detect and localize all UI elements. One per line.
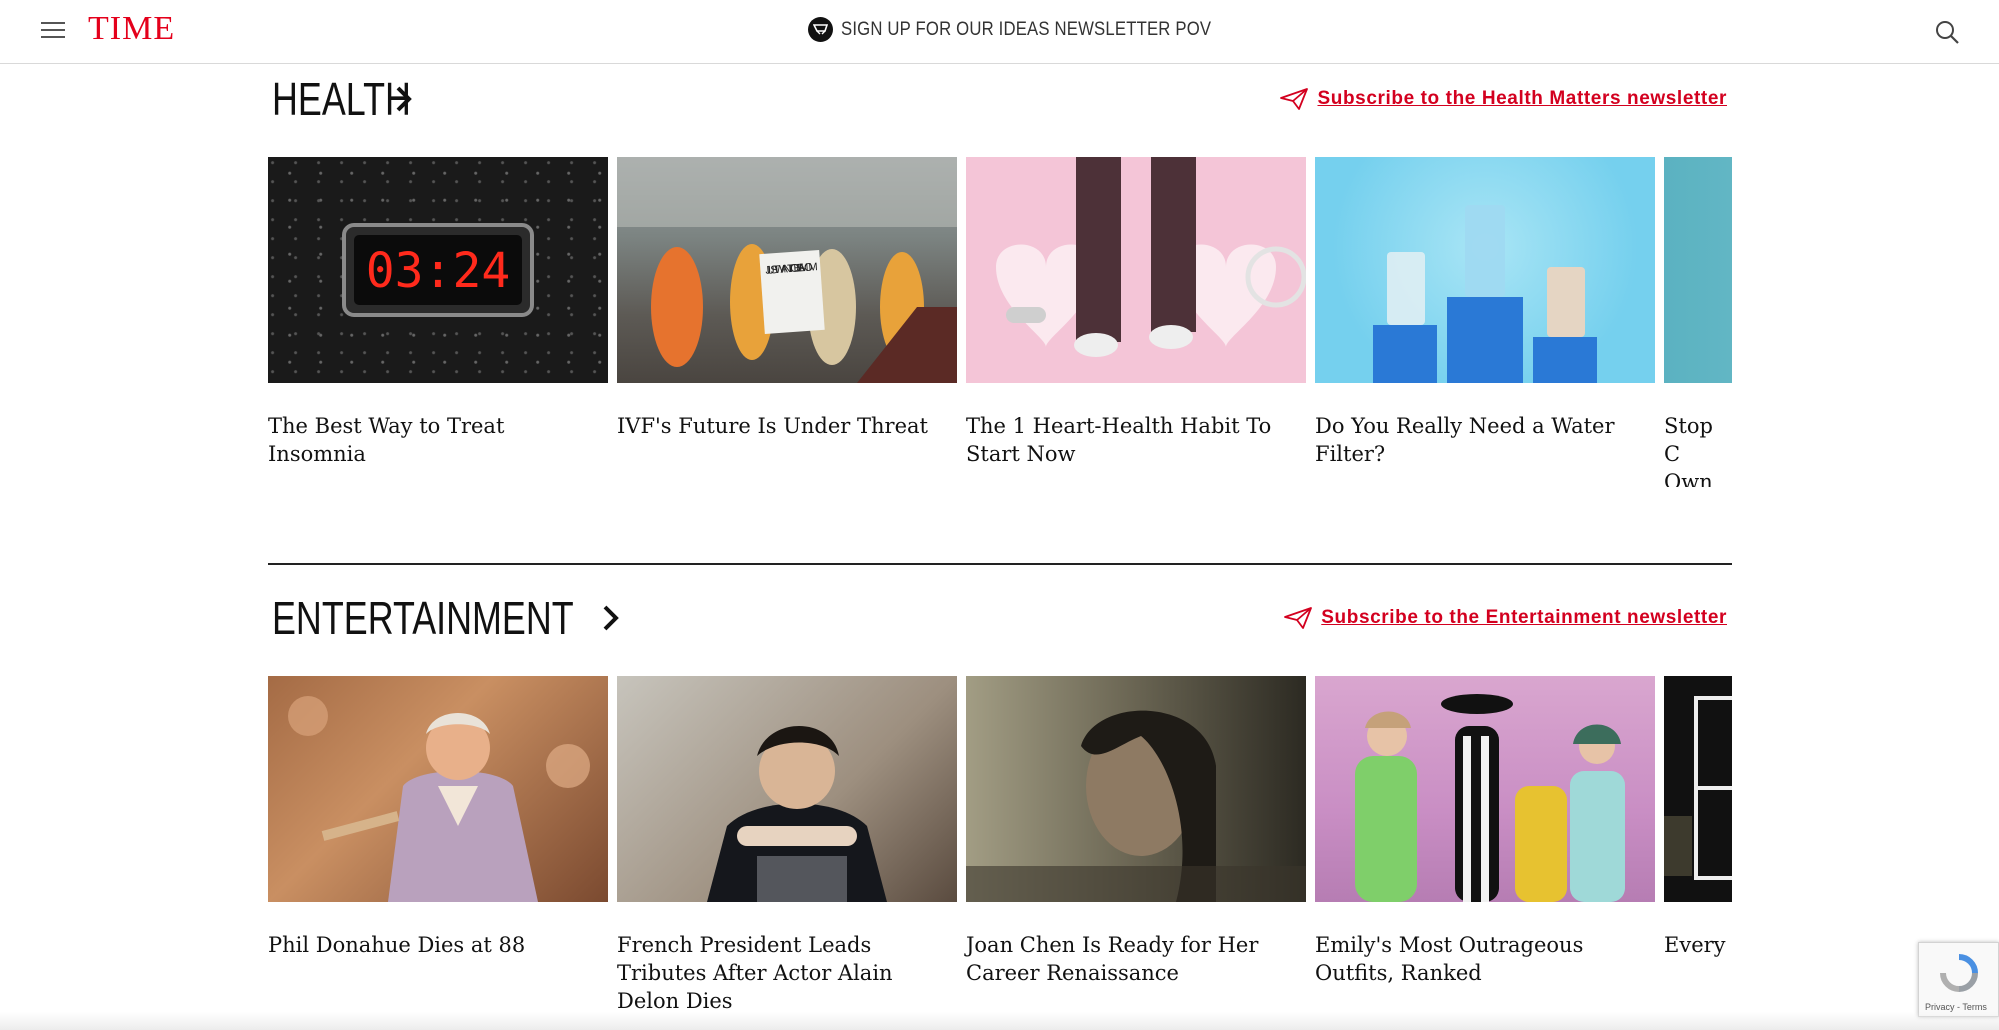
paper-plane-icon [1284,607,1313,629]
hamburger-menu-icon[interactable] [41,22,65,40]
story-card[interactable]: Joan Chen Is Ready for Her Career Renais… [966,676,1306,987]
subscribe-link-text: Subscribe to the Health Matters newslett… [1317,88,1727,109]
recaptcha-icon [1940,954,1978,992]
story-card[interactable]: Every [1664,676,1732,959]
story-card[interactable]: 03:24 The Best Way to Treat Insomnia [268,157,608,468]
phil-donahue-photo [268,676,608,902]
alain-delon-photo [617,676,957,902]
dark-cropped-photo [1664,676,1732,902]
story-headline: The Best Way to Treat Insomnia [268,414,505,466]
recaptcha-badge[interactable]: Privacy - Terms [1918,942,1999,1017]
story-card[interactable]: The 1 Heart-Health Habit To Start Now [966,157,1306,468]
story-card[interactable]: Do You Really Need a Water Filter? [1315,157,1655,468]
time-logo[interactable]: TIME [88,10,175,48]
joan-chen-photo [966,676,1306,902]
section-divider [268,563,1732,565]
walking-legs-photo [966,157,1306,383]
story-card[interactable]: Emily's Most Outrageous Outfits, Ranked [1315,676,1655,987]
entertainment-subscribe-link[interactable]: Subscribe to the Entertainment newslette… [1283,606,1727,630]
chevron-right-icon [603,605,619,631]
story-headline: Joan Chen Is Ready for Her Career Renais… [966,933,1259,985]
story-card[interactable]: French President Leads Tributes After Ac… [617,676,957,1015]
health-card-row: 03:24 The Best Way to Treat Insomnia I J… [268,157,1732,487]
top-navigation-bar: TIME SIGN UP FOR OUR IDEAS NEWSLETTER PO… [0,0,1999,64]
digital-clock-photo: 03:24 [268,157,608,383]
story-headline: Phil Donahue Dies at 88 [268,933,526,957]
entertainment-section-title[interactable]: ENTERTAINMENT [272,591,621,645]
section-heading: HEALTH [272,73,411,125]
bottom-shadow [0,1012,1999,1030]
clock-digits: 03:24 [366,243,511,299]
story-headline: French President Leads Tributes After Ac… [617,933,893,1013]
story-headline: Stop C Own H [1664,414,1713,487]
newsletter-promo-text: SIGN UP FOR OUR IDEAS NEWSLETTER POV [841,18,1212,40]
paper-plane-icon [1280,88,1309,110]
teal-cropped-photo [1664,157,1732,383]
emily-outfits-photo [1315,676,1655,902]
section-heading: ENTERTAINMENT [272,592,574,644]
story-headline: Do You Really Need a Water Filter? [1315,414,1615,466]
story-card[interactable]: I JUST WANT TO BE A MOM IVF's Future Is … [617,157,957,440]
story-card[interactable]: Phil Donahue Dies at 88 [268,676,608,959]
ivf-protest-photo: I JUST WANT TO BE A MOM [617,157,957,383]
newsletter-signup-link[interactable]: SIGN UP FOR OUR IDEAS NEWSLETTER POV [808,17,1262,42]
story-headline: The 1 Heart-Health Habit To Start Now [966,414,1272,466]
story-headline: Every [1664,933,1726,957]
health-section-title[interactable]: HEALTH [272,72,414,126]
health-subscribe-link[interactable]: Subscribe to the Health Matters newslett… [1279,87,1727,111]
subscribe-link-text: Subscribe to the Entertainment newslette… [1321,607,1727,628]
story-card[interactable]: Stop C Own H [1664,157,1732,487]
story-headline: IVF's Future Is Under Threat [617,414,928,438]
entertainment-section: ENTERTAINMENT Subscribe to the Entertain… [268,583,1732,1013]
health-section: HEALTH Subscribe to the Health Matters n… [268,64,1732,487]
newsletter-icon [808,17,833,42]
search-icon[interactable] [1934,19,1960,45]
water-glasses-photo [1315,157,1655,383]
entertainment-card-row: Phil Donahue Dies at 88 French President… [268,676,1732,1016]
recaptcha-footer[interactable]: Privacy - Terms [1925,1002,1987,1012]
story-headline: Emily's Most Outrageous Outfits, Ranked [1315,933,1584,985]
